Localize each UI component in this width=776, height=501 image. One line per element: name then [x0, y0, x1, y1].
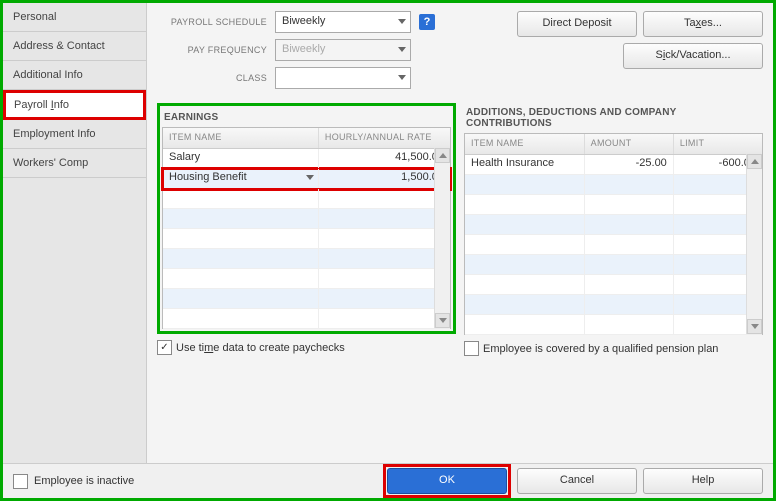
employee-inactive-checkbox[interactable]	[13, 474, 28, 489]
sidebar-item-workers-comp[interactable]: Workers' Comp	[3, 149, 146, 178]
table-row[interactable]: Salary 41,500.00	[163, 149, 450, 169]
scroll-up-button[interactable]	[747, 154, 762, 169]
scroll-up-button[interactable]	[435, 148, 450, 163]
pay-frequency-select: Biweekly	[275, 39, 411, 61]
direct-deposit-button[interactable]: Direct Deposit	[517, 11, 637, 37]
scrollbar[interactable]	[746, 154, 762, 334]
table-row[interactable]	[465, 275, 762, 295]
table-row[interactable]	[163, 209, 450, 229]
scroll-down-button[interactable]	[435, 313, 450, 328]
employee-inactive-label: Employee is inactive	[34, 475, 134, 487]
table-row[interactable]	[465, 295, 762, 315]
table-row[interactable]	[465, 235, 762, 255]
label-class: CLASS	[157, 73, 267, 83]
sick-vacation-button[interactable]: Sick/Vacation...	[623, 43, 763, 69]
table-row[interactable]	[465, 175, 762, 195]
scroll-down-button[interactable]	[747, 319, 762, 334]
table-row[interactable]	[465, 315, 762, 335]
chevron-up-icon	[751, 159, 759, 164]
chevron-down-icon	[398, 19, 406, 24]
table-row[interactable]	[163, 189, 450, 209]
chevron-down-icon	[398, 75, 406, 80]
cell-amount[interactable]: -25.00	[585, 155, 674, 174]
col-rate: HOURLY/ANNUAL RATE	[319, 128, 450, 148]
table-row[interactable]	[465, 215, 762, 235]
cell-item[interactable]: Health Insurance	[465, 155, 585, 174]
table-row[interactable]: Housing Benefit 1,500.00	[163, 169, 450, 189]
pension-plan-checkbox[interactable]	[464, 341, 479, 356]
help-icon[interactable]: ?	[419, 14, 435, 30]
taxes-button[interactable]: Taxes...	[643, 11, 763, 37]
main-panel: PAYROLL SCHEDULE Biweekly ? PAY FREQUENC…	[147, 3, 773, 463]
help-button[interactable]: Help	[643, 468, 763, 494]
cell-item[interactable]: Housing Benefit	[163, 169, 319, 188]
sidebar: Personal Address & Contact Additional In…	[3, 3, 147, 463]
scrollbar[interactable]	[434, 148, 450, 328]
earnings-title: EARNINGS	[162, 108, 451, 127]
chevron-up-icon	[439, 153, 447, 158]
ok-button[interactable]: OK	[387, 468, 507, 494]
table-row[interactable]	[465, 255, 762, 275]
table-row[interactable]: Health Insurance -25.00 -600.00	[465, 155, 762, 175]
adc-title: ADDITIONS, DEDUCTIONS AND COMPANY CONTRI…	[464, 103, 763, 133]
col-item-name: ITEM NAME	[163, 128, 319, 148]
sidebar-item-address[interactable]: Address & Contact	[3, 32, 146, 61]
chevron-down-icon	[439, 318, 447, 323]
col-item-name: ITEM NAME	[465, 134, 585, 154]
sidebar-item-additional[interactable]: Additional Info	[3, 61, 146, 90]
chevron-down-icon[interactable]	[306, 175, 314, 180]
class-select[interactable]	[275, 67, 411, 89]
sidebar-item-employment[interactable]: Employment Info	[3, 120, 146, 149]
col-amount: AMOUNT	[585, 134, 674, 154]
cell-rate[interactable]: 1,500.00	[319, 169, 450, 188]
cell-item[interactable]: Salary	[163, 149, 319, 168]
label-pay-frequency: PAY FREQUENCY	[157, 45, 267, 55]
table-row[interactable]	[163, 229, 450, 249]
table-row[interactable]	[163, 289, 450, 309]
sidebar-item-personal[interactable]: Personal	[3, 3, 146, 32]
sidebar-item-payroll-info[interactable]: Payroll Info	[3, 90, 146, 120]
cancel-button[interactable]: Cancel	[517, 468, 637, 494]
chevron-down-icon	[398, 47, 406, 52]
table-row[interactable]	[465, 195, 762, 215]
use-time-data-label: Use time data to create paychecks	[176, 342, 345, 354]
table-row[interactable]	[163, 269, 450, 289]
table-row[interactable]	[163, 309, 450, 329]
pension-plan-label: Employee is covered by a qualified pensi…	[483, 343, 718, 355]
table-row[interactable]	[163, 249, 450, 269]
earnings-grid: ITEM NAME HOURLY/ANNUAL RATE Salary 41,5…	[162, 127, 451, 329]
adc-grid: ITEM NAME AMOUNT LIMIT Health Insurance …	[464, 133, 763, 335]
payroll-schedule-select[interactable]: Biweekly	[275, 11, 411, 33]
label-payroll-schedule: PAYROLL SCHEDULE	[157, 17, 267, 27]
use-time-data-checkbox[interactable]: ✓	[157, 340, 172, 355]
col-limit: LIMIT	[674, 134, 762, 154]
cell-rate[interactable]: 41,500.00	[319, 149, 450, 168]
footer: Employee is inactive OK Cancel Help	[3, 463, 773, 498]
chevron-down-icon	[751, 324, 759, 329]
